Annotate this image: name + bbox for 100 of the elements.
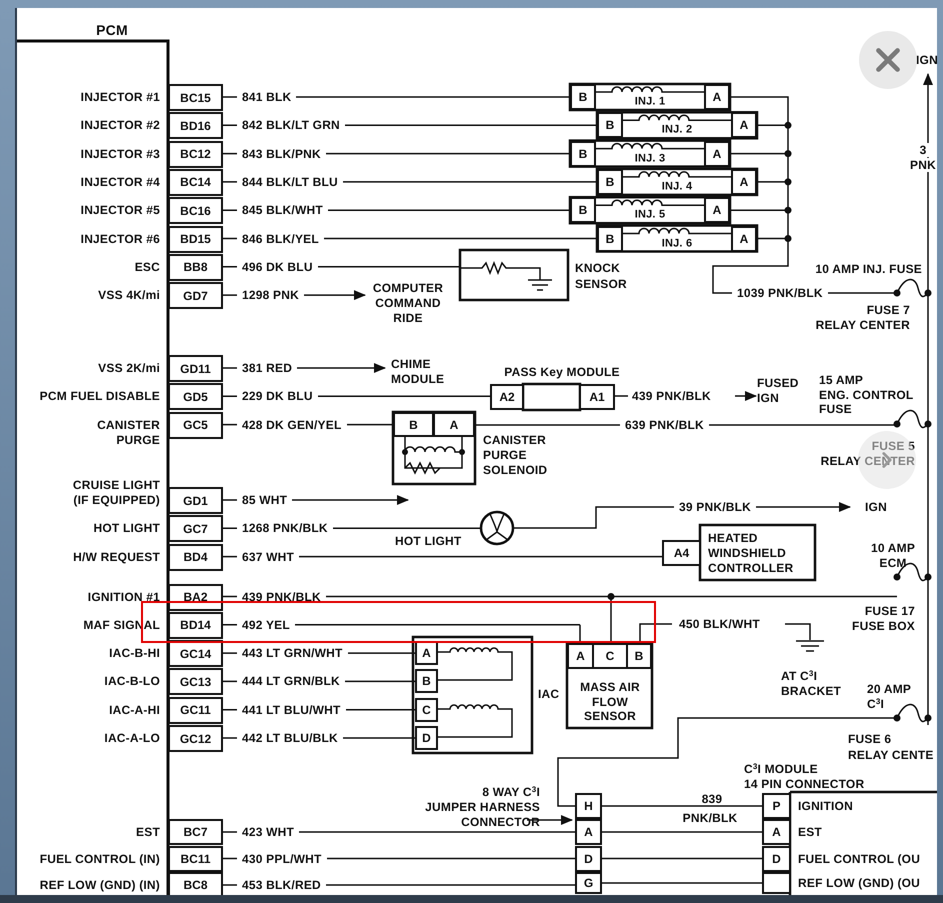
connector-terminal: GC11 <box>168 696 223 724</box>
connector-terminal: A4 <box>662 540 701 566</box>
junction-dot <box>757 122 792 129</box>
wire-label: 381 RED <box>237 361 298 375</box>
connector-terminal: D <box>415 726 438 750</box>
wire-label: 842 BLK/LT GRN <box>237 118 345 132</box>
fuse-rating-label: FUSE <box>819 403 852 415</box>
injector-label: INJ. 5 <box>634 210 666 221</box>
wire-label: 846 BLK/YEL <box>237 232 324 246</box>
fuse-location-label: FUSE 6 <box>848 733 892 745</box>
wire <box>615 395 628 397</box>
connector-terminal: A <box>731 112 757 138</box>
junction-dot <box>730 150 792 158</box>
fuse-rating-label: ENG. CONTROL <box>819 388 914 400</box>
wire-label: 1298 PNK <box>237 288 304 302</box>
pin-function-label: CRUISE LIGHT <box>72 479 160 491</box>
connector-terminal: GC7 <box>168 515 223 542</box>
pin-function-label: REF LOW (GND) (IN) <box>40 879 160 891</box>
pin-function-label: PCM FUEL DISABLE <box>40 390 160 402</box>
fuse-icon <box>894 278 932 298</box>
wire-label: 492 YEL <box>237 618 295 632</box>
pin-function-label: IAC-B-HI <box>109 647 160 660</box>
connector-terminal: A <box>704 140 730 167</box>
connector-terminal: A <box>433 412 475 437</box>
pin-function-label: IAC-A-HI <box>109 704 160 716</box>
pin-function-label: CANISTER <box>97 418 160 431</box>
connector-terminal: B <box>570 197 596 224</box>
component-label: SENSOR <box>584 710 636 722</box>
wire-label: PNK/BLK <box>682 812 738 824</box>
fuse-rating-label: ECM <box>879 557 907 569</box>
pin-function-label: FUEL CONTROL (OU <box>798 852 920 864</box>
pin-function-label: IAC-B-LO <box>104 675 160 688</box>
wire-label: 85 WHT <box>237 493 292 507</box>
wire-label: 844 BLK/LT BLU <box>237 174 343 189</box>
component-label: C$^{3}$I MODULE <box>744 763 818 775</box>
connector-terminal: A <box>762 819 791 845</box>
pin-function-label: IAC-A-LO <box>104 732 160 744</box>
connector-terminal: A <box>575 819 602 845</box>
pin-function-label: HOT LIGHT <box>94 522 160 534</box>
connector-terminal: A1 <box>579 384 615 410</box>
connector-terminal: BA2 <box>168 584 223 610</box>
connector-terminal: B <box>570 84 596 110</box>
pin-function-label: FUEL CONTROL (IN) <box>40 852 160 864</box>
connector-terminal: BC8 <box>168 872 223 895</box>
connector-terminal: B <box>597 112 623 138</box>
pin-function-label: INJECTOR #5 <box>80 204 160 216</box>
fuse-rating-label: 10 AMP <box>870 542 916 554</box>
component-label: PURGE <box>483 449 527 461</box>
pin-function-label: INJECTOR #4 <box>80 176 160 188</box>
component-label: KNOCK <box>575 262 620 274</box>
fuse-location-label: RELAY CENTE <box>848 749 934 761</box>
pin-function-label: REF LOW (GND) (OU <box>798 877 920 889</box>
wire-label: 453 BLK/RED <box>237 878 326 892</box>
fuse-icon <box>894 410 932 428</box>
component-label: 8 WAY C$^{3}$I <box>482 786 540 798</box>
component-label: HEATED <box>708 532 758 544</box>
pin-function-label: ESC <box>134 260 160 273</box>
injector-label: INJ. 6 <box>662 238 692 249</box>
connector-terminal: GC13 <box>168 668 223 696</box>
component-label: JUMPER HARNESS <box>425 801 540 813</box>
wire-label: 443 LT GRN/WHT <box>237 646 348 660</box>
connector-terminal: A <box>567 643 594 669</box>
connector-terminal: GD11 <box>168 355 223 382</box>
fuse-location-label: FUSE BOX <box>852 620 915 632</box>
component-label: HOT LIGHT <box>395 535 462 547</box>
injector-label: INJ. 2 <box>662 124 692 136</box>
connector-terminal: A <box>704 197 730 224</box>
fuse-rating-label: 10 AMP INJ. FUSE <box>815 263 922 275</box>
pin-function-label: VSS 2K/mi <box>98 362 160 374</box>
fuse-rating-label: 20 AMP <box>867 683 912 695</box>
pin-function-label: IGNITION #1 <box>88 590 160 602</box>
wire-label: 441 LT BLU/WHT <box>237 702 346 717</box>
wire-label: 841 BLK <box>237 90 296 104</box>
arrow-wire <box>735 391 757 401</box>
destination-label: IGN <box>916 54 937 66</box>
connector-terminal: B <box>597 168 623 195</box>
wire-label: 845 BLK/WHT <box>237 203 328 218</box>
injector-label: INJ. 1 <box>634 96 666 108</box>
connector-terminal: A <box>415 641 438 666</box>
connector-terminal: BC14 <box>168 168 223 196</box>
junction-dot <box>757 235 792 242</box>
component-label: SENSOR <box>575 278 627 290</box>
component-label: CANISTER <box>483 434 546 446</box>
lamp-icon <box>480 510 514 546</box>
wire-label: 1039 PNK/BLK <box>732 286 828 300</box>
pin-function-label: INJECTOR #1 <box>80 91 160 103</box>
connector-terminal: GD1 <box>168 487 223 514</box>
connector-terminal: A2 <box>490 384 524 410</box>
wire-label: 637 WHT <box>237 550 300 564</box>
connector-terminal: P <box>762 793 791 819</box>
connector-terminal: B <box>570 140 596 167</box>
pin-function-label: INJECTOR #6 <box>80 232 160 244</box>
component-label: AT C$^{3}$I <box>781 670 818 682</box>
connector-terminal: C <box>415 698 438 722</box>
pin-function-label: H/W REQUEST <box>73 550 160 563</box>
fuse-location-label: FUSE 5 <box>872 440 915 452</box>
component-label: CONNECTOR <box>461 816 540 828</box>
wire-label: 39 PNK/BLK <box>674 500 756 514</box>
connector-terminal: GD7 <box>168 282 223 310</box>
wire-label: 839 <box>702 793 722 805</box>
